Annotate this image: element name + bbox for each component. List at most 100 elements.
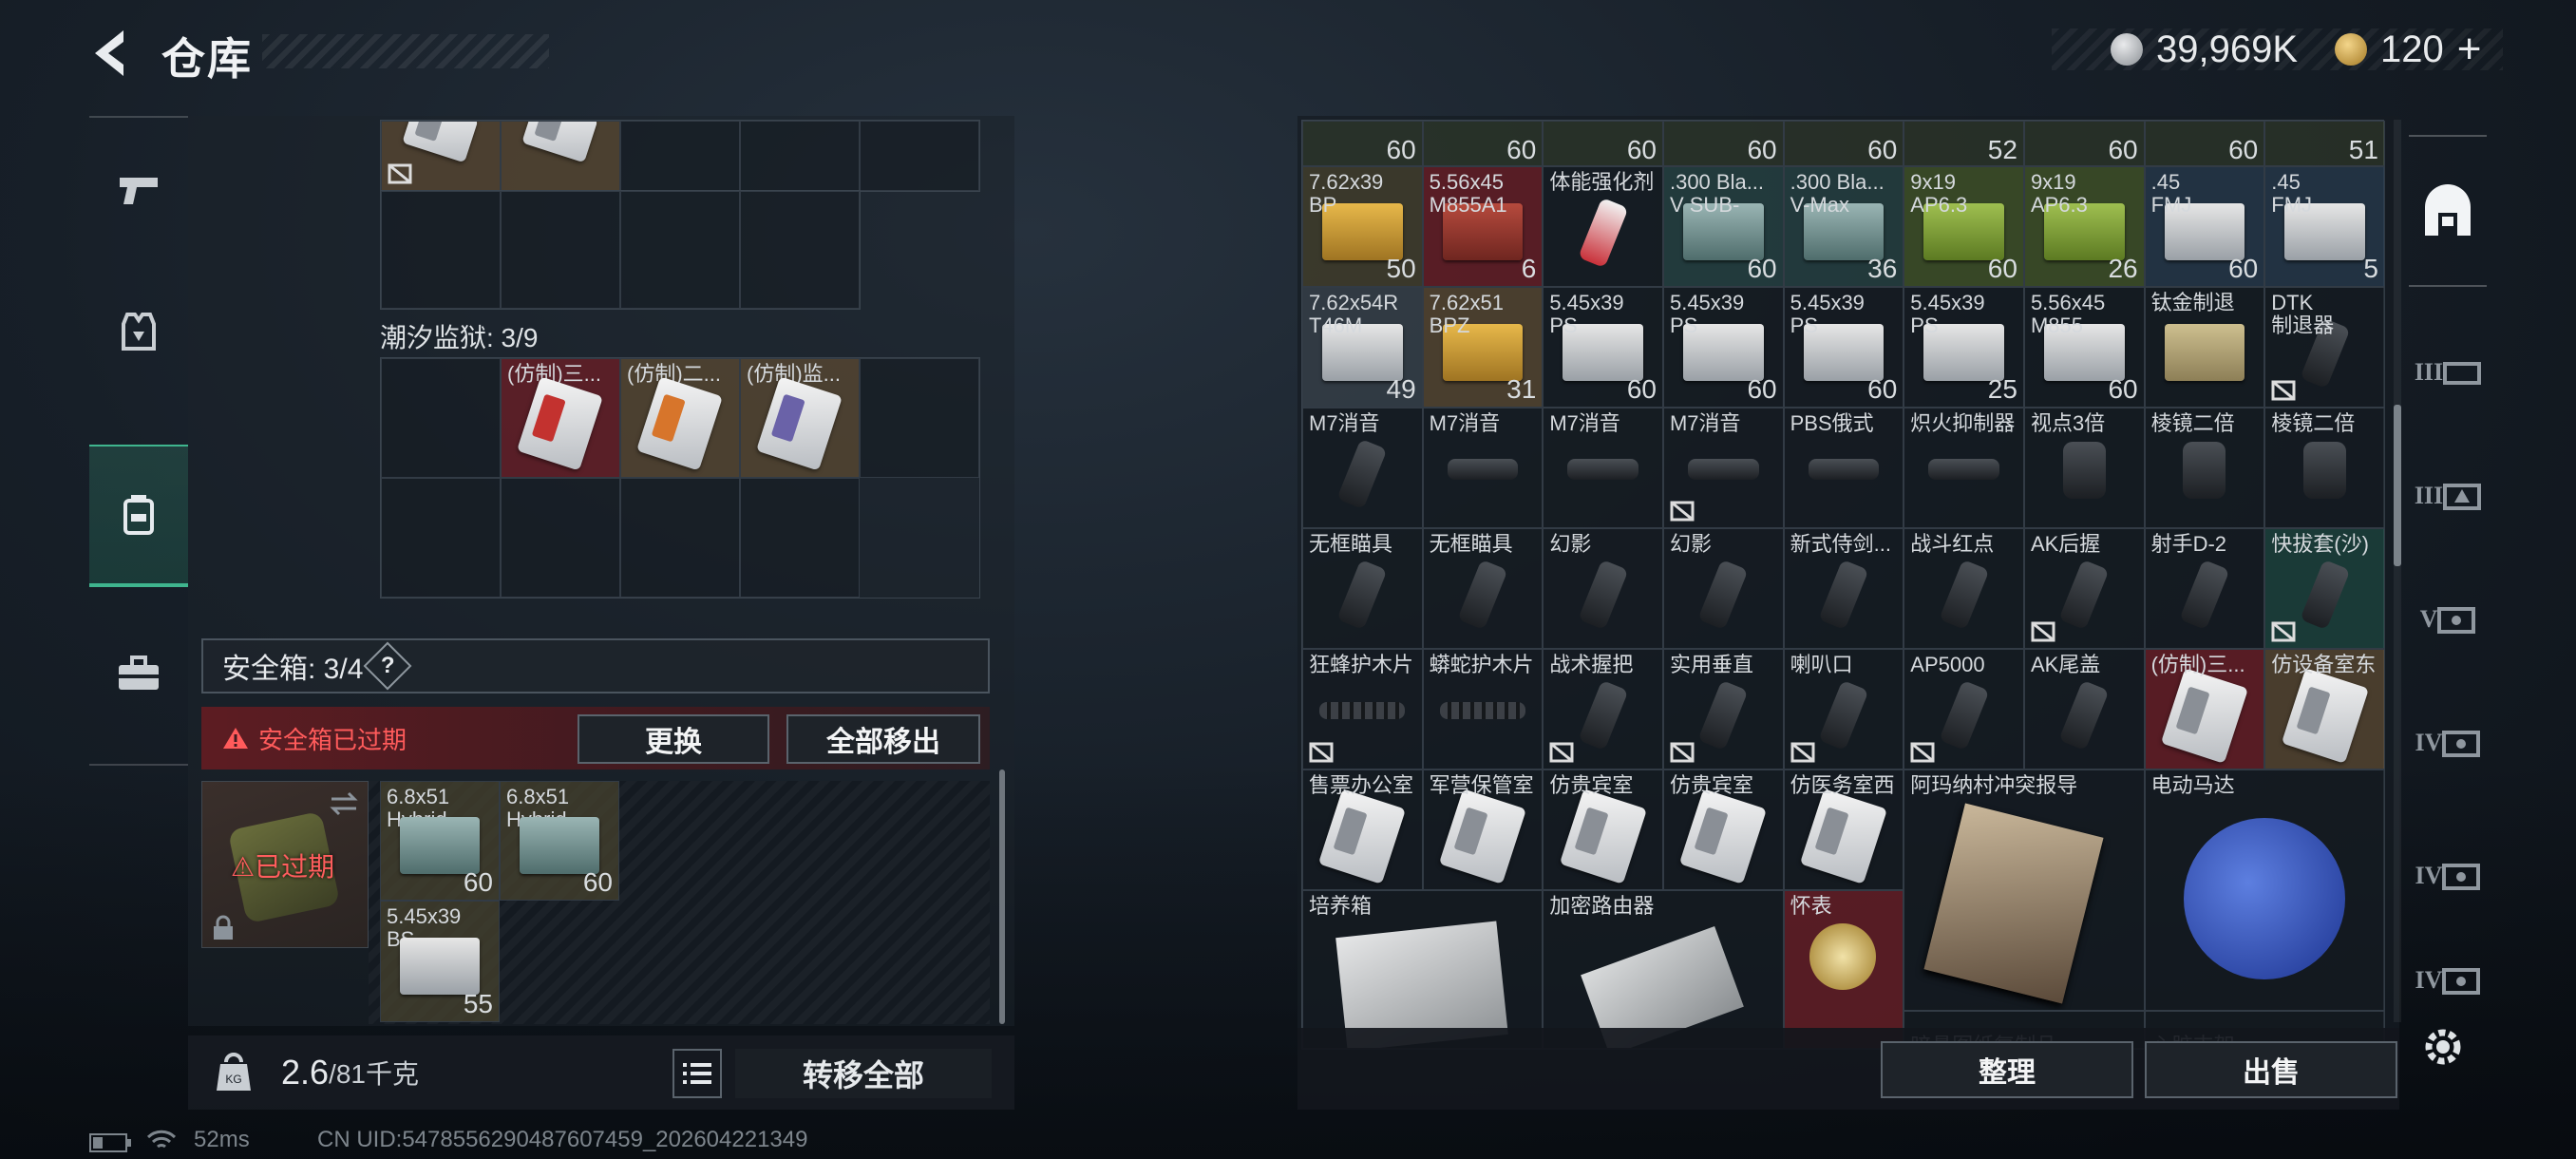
- stash-item[interactable]: 5.45x39 PS 25: [1904, 287, 2024, 408]
- stash-item[interactable]: 军营保管室: [1422, 770, 1544, 890]
- stash-item[interactable]: 幻影: [1543, 528, 1663, 649]
- stash-item-watch[interactable]: 怀表: [1783, 890, 1904, 1049]
- stash-top-cell[interactable]: 60: [1302, 121, 1423, 166]
- stash-item[interactable]: 无框瞄具: [1422, 528, 1544, 649]
- stash-item[interactable]: 钛金制退: [2144, 287, 2265, 408]
- stash-top-cell[interactable]: 60: [1662, 121, 1784, 166]
- stash-top-cell[interactable]: 60: [1422, 121, 1544, 166]
- stash-item[interactable]: 战术握把: [1543, 649, 1663, 770]
- grid-cell[interactable]: [381, 191, 501, 309]
- tab-armor[interactable]: [89, 260, 188, 403]
- stash-item[interactable]: 5.45x39 PS 60: [1783, 287, 1904, 408]
- stash-item-magazine[interactable]: 阿玛纳村冲突报导: [1904, 770, 2145, 1011]
- stash-item[interactable]: 幻影: [1662, 528, 1784, 649]
- stash-item[interactable]: 5.56x45 M855 60: [2023, 287, 2145, 408]
- stash-item[interactable]: 5.56x45 M855A1 6: [1422, 166, 1544, 287]
- stash-item[interactable]: 视点3倍: [2023, 408, 2145, 528]
- stash-item-router[interactable]: 加密路由器: [1543, 890, 1784, 1049]
- stash-item[interactable]: AP5000: [1904, 649, 2024, 770]
- stash-item[interactable]: DTK 制退器: [2264, 287, 2385, 408]
- stash-item[interactable]: 7.62x39 BP 50: [1302, 166, 1423, 287]
- item-key-card-2[interactable]: (仿制)二...: [620, 358, 740, 478]
- grid-cell[interactable]: [740, 121, 860, 191]
- stash-item[interactable]: M7消音: [1422, 408, 1544, 528]
- grid-cell[interactable]: [381, 358, 501, 478]
- tab-case[interactable]: [89, 602, 188, 745]
- stash-top-cell[interactable]: 60: [1783, 121, 1904, 166]
- stash-tab-v[interactable]: V: [2409, 562, 2487, 676]
- settings-gear-icon[interactable]: [2420, 1024, 2466, 1070]
- stash-item[interactable]: 实用垂直: [1662, 649, 1784, 770]
- item-key-card-1[interactable]: (仿制)三...: [501, 358, 620, 478]
- stash-item[interactable]: 5.45x39 PS 60: [1543, 287, 1663, 408]
- safebox-item-2[interactable]: 6.8x51 Hybrid60: [500, 781, 619, 901]
- stash-item[interactable]: 5.45x39 PS 60: [1662, 287, 1784, 408]
- grid-cell[interactable]: [381, 121, 501, 191]
- stash-item[interactable]: .45 FMJ 60: [2144, 166, 2265, 287]
- stash-item[interactable]: PBS俄式: [1783, 408, 1904, 528]
- stash-item[interactable]: 售票办公室: [1302, 770, 1423, 890]
- back-arrow-icon[interactable]: [87, 27, 137, 80]
- list-view-button[interactable]: [672, 1049, 722, 1098]
- stash-item[interactable]: 9x19 AP6.3 60: [1904, 166, 2024, 287]
- currency-premium[interactable]: 120 +: [2335, 26, 2482, 73]
- stash-item[interactable]: M7消音: [1662, 408, 1784, 528]
- stash-item[interactable]: 快拔套(沙): [2264, 528, 2385, 649]
- safebox-item-3[interactable]: 5.45x39 BS55: [380, 901, 500, 1022]
- currency-koen[interactable]: 39,969K: [2111, 27, 2298, 72]
- stash-item[interactable]: 棱镜二倍: [2264, 408, 2385, 528]
- stash-item[interactable]: 喇叭口: [1783, 649, 1904, 770]
- stash-item-incubator[interactable]: 培养箱: [1302, 890, 1544, 1049]
- grid-cell[interactable]: [860, 121, 979, 191]
- stash-top-cell[interactable]: 60: [1543, 121, 1663, 166]
- stash-item[interactable]: 仿医务室西: [1783, 770, 1904, 890]
- stash-item-motor[interactable]: 电动马达: [2144, 770, 2385, 1011]
- grid-cell[interactable]: [620, 478, 740, 598]
- stash-item[interactable]: M7消音: [1543, 408, 1663, 528]
- grid-cell[interactable]: [501, 478, 620, 598]
- stash-tab-iv-b[interactable]: IV: [2409, 819, 2487, 933]
- sort-button[interactable]: 整理: [1881, 1041, 2133, 1098]
- help-icon[interactable]: ?: [363, 641, 412, 691]
- stash-item[interactable]: 9x19 AP6.3 26: [2023, 166, 2145, 287]
- stash-top-cell[interactable]: 60: [2144, 121, 2265, 166]
- grid-cell[interactable]: [620, 191, 740, 309]
- stash-item[interactable]: AK后握: [2023, 528, 2145, 649]
- stash-item[interactable]: M7消音: [1302, 408, 1423, 528]
- stash-item[interactable]: AK尾盖: [2023, 649, 2145, 770]
- stash-top-cell[interactable]: 60: [2023, 121, 2145, 166]
- stash-tab-iv-c[interactable]: IV: [2409, 952, 2487, 1009]
- stash-tab-main[interactable]: [2409, 135, 2487, 287]
- stash-item[interactable]: (仿制)三...: [2144, 649, 2265, 770]
- tab-backpack[interactable]: [89, 445, 188, 587]
- left-scrollbar[interactable]: [999, 770, 1005, 1024]
- stash-item[interactable]: 7.62x51 BPZ 31: [1422, 287, 1544, 408]
- stash-item[interactable]: 狂蜂护木片: [1302, 649, 1423, 770]
- safebox-slot[interactable]: ⚠已过期: [201, 781, 369, 948]
- stash-item[interactable]: 战斗红点: [1904, 528, 2024, 649]
- stash-item[interactable]: 体能强化剂: [1543, 166, 1663, 287]
- add-currency-button[interactable]: +: [2457, 26, 2482, 73]
- grid-cell[interactable]: [501, 121, 620, 191]
- stash-item[interactable]: 新式侍剑...: [1783, 528, 1904, 649]
- stash-top-cell[interactable]: 51: [2264, 121, 2385, 166]
- grid-cell[interactable]: [501, 191, 620, 309]
- stash-item[interactable]: 7.62x54R T46M 49: [1302, 287, 1423, 408]
- grid-cell[interactable]: [740, 478, 860, 598]
- stash-item[interactable]: 蟒蛇护木片: [1422, 649, 1544, 770]
- tab-weapons[interactable]: [89, 118, 188, 260]
- stash-item[interactable]: 仿贵宾室: [1662, 770, 1784, 890]
- grid-cell[interactable]: [381, 478, 501, 598]
- stash-scrollbar[interactable]: [2394, 120, 2401, 1022]
- stash-item[interactable]: 射手D-2: [2144, 528, 2265, 649]
- transfer-all-button[interactable]: 转移全部: [735, 1049, 992, 1098]
- safebox-item-1[interactable]: 6.8x51 Hybrid60: [380, 781, 500, 901]
- grid-cell[interactable]: [740, 191, 860, 309]
- stash-item[interactable]: 棱镜二倍: [2144, 408, 2265, 528]
- move-all-out-button[interactable]: 全部移出: [786, 714, 980, 764]
- stash-item[interactable]: .300 Bla... V SUB- 60: [1662, 166, 1784, 287]
- grid-cell[interactable]: [860, 358, 979, 478]
- sell-button[interactable]: 出售: [2145, 1041, 2397, 1098]
- stash-item[interactable]: .45 FMJ 5: [2264, 166, 2385, 287]
- grid-cell[interactable]: [620, 121, 740, 191]
